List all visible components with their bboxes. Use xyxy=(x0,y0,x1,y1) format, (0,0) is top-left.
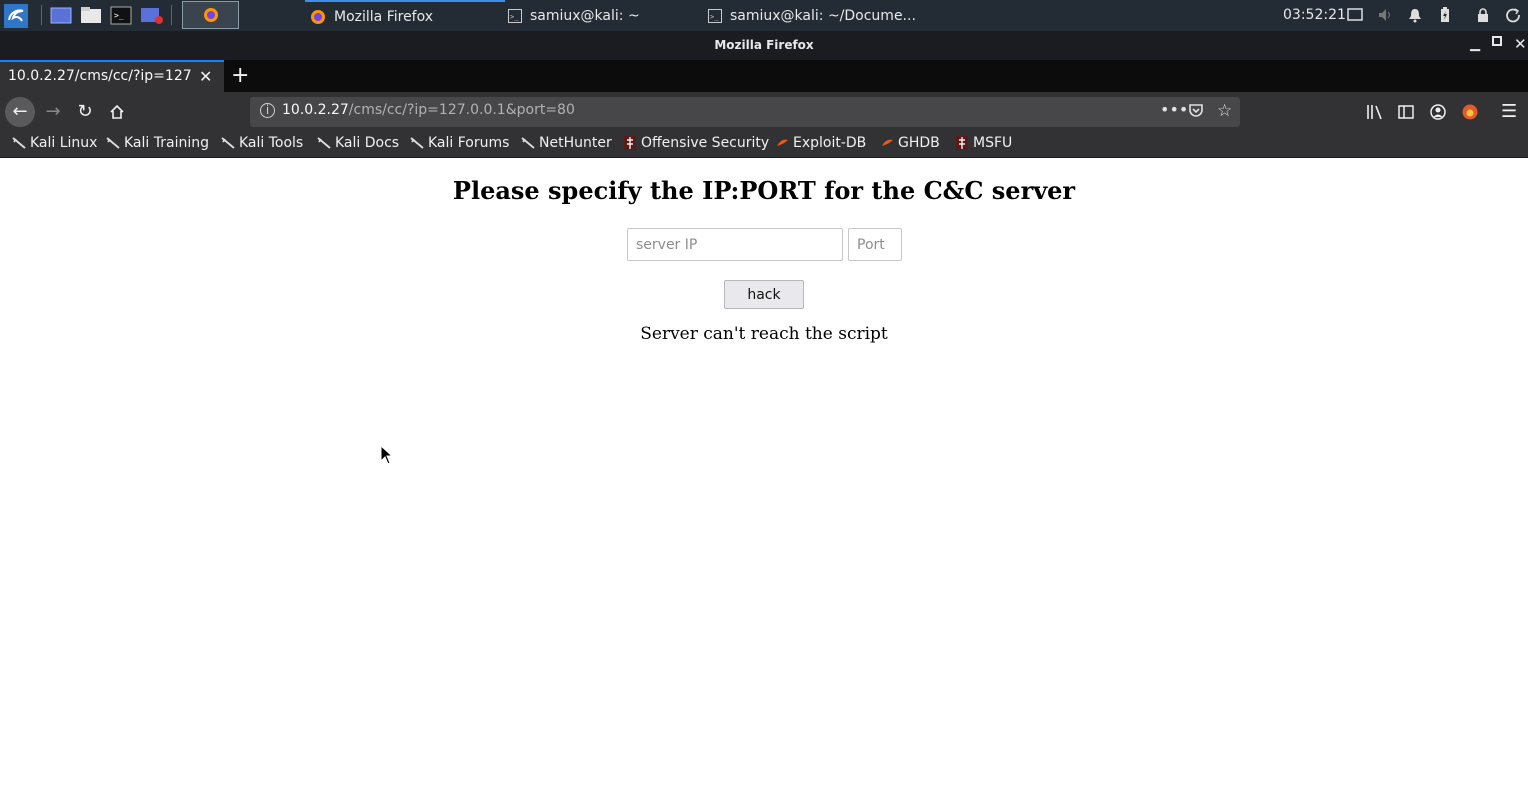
window-titlebar: Mozilla Firefox ▁ ✕ xyxy=(0,31,1528,60)
page-actions-icon[interactable]: ••• xyxy=(1160,100,1188,119)
bookmark-msfu[interactable]: MSFU xyxy=(955,135,1012,151)
url-bar[interactable]: i 10.0.2.27/cms/cc/?ip=127.0.0.1&port=80… xyxy=(250,97,1240,127)
bookmark-nethunter[interactable]: NetHunter xyxy=(521,135,612,151)
svg-text:>_: >_ xyxy=(510,13,519,21)
page-heading: Please specify the IP:PORT for the C&C s… xyxy=(452,176,1076,205)
volume-muted-icon[interactable] xyxy=(1377,7,1393,23)
display-icon[interactable] xyxy=(1347,7,1363,23)
offsec-icon xyxy=(624,136,636,150)
mouse-cursor-icon xyxy=(380,445,394,465)
server-port-input[interactable] xyxy=(848,228,902,261)
bookmark-kali-linux[interactable]: Kali Linux xyxy=(12,135,97,151)
terminal-icon: >_ xyxy=(508,8,522,23)
task-terminal-home[interactable]: >_ samiux@kali: ~ xyxy=(508,0,703,31)
kali-menu-icon[interactable] xyxy=(4,4,28,28)
terminal-icon: >_ xyxy=(708,8,722,23)
bookmark-offensive-security[interactable]: Offensive Security xyxy=(623,135,769,151)
kali-dragon-icon xyxy=(221,137,235,149)
hack-button[interactable]: hack xyxy=(724,280,804,309)
terminal-launcher-icon[interactable]: >_ xyxy=(110,6,132,25)
pocket-icon[interactable] xyxy=(1188,102,1204,122)
url-host: 10.0.2.27 xyxy=(282,102,349,118)
window-title: Mozilla Firefox xyxy=(714,38,814,52)
bookmark-label: Offensive Security xyxy=(641,135,770,151)
forward-icon[interactable]: → xyxy=(41,100,65,124)
account-icon[interactable] xyxy=(1430,104,1446,124)
kali-dragon-icon xyxy=(521,137,535,149)
minimize-icon[interactable]: ▁ xyxy=(1470,37,1480,52)
close-tab-icon[interactable]: ✕ xyxy=(199,67,212,86)
reload-icon[interactable]: ↻ xyxy=(73,100,97,124)
library-icon[interactable] xyxy=(1366,104,1383,124)
tab-strip: 10.0.2.27/cms/cc/?ip=127.0.0.1&port=80 ✕… xyxy=(0,60,1528,92)
bookmark-label: MSFU xyxy=(973,135,1013,151)
kali-dragon-icon xyxy=(12,137,26,149)
svg-text:>_: >_ xyxy=(710,13,719,21)
bookmark-label: Kali Docs xyxy=(335,135,400,151)
extension-foxyproxy-icon[interactable] xyxy=(1462,104,1478,124)
maximize-icon[interactable] xyxy=(1492,35,1502,50)
exploit-db-icon xyxy=(882,139,893,146)
bookmark-kali-forums[interactable]: Kali Forums xyxy=(410,135,509,151)
bookmark-exploit-db[interactable]: Exploit-DB xyxy=(775,135,866,151)
url-text[interactable]: 10.0.2.27/cms/cc/?ip=127.0.0.1&port=80 xyxy=(282,102,575,118)
close-window-icon[interactable]: ✕ xyxy=(1514,35,1527,53)
tab-current[interactable]: 10.0.2.27/cms/cc/?ip=127.0.0.1&port=80 ✕ xyxy=(0,60,224,92)
system-taskbar: >_ Mozilla Firefox >_ samiux@kali: ~ >_ … xyxy=(0,0,1528,31)
bookmark-star-icon[interactable]: ☆ xyxy=(1217,101,1232,121)
file-manager-icon[interactable] xyxy=(80,6,102,25)
bookmark-kali-docs[interactable]: Kali Docs xyxy=(317,135,399,151)
firefox-icon xyxy=(204,8,218,22)
firefox-taskbar-button[interactable] xyxy=(182,1,239,29)
offsec-icon xyxy=(956,136,968,150)
back-icon[interactable]: ← xyxy=(5,97,35,127)
bookmark-ghdb[interactable]: GHDB xyxy=(880,135,940,151)
task-firefox[interactable]: Mozilla Firefox xyxy=(305,0,505,31)
lock-screen-icon[interactable] xyxy=(1475,7,1491,23)
exploit-db-icon xyxy=(777,139,788,146)
bookmark-label: Kali Linux xyxy=(30,135,98,151)
bookmark-label: GHDB xyxy=(898,135,940,151)
bookmark-label: Kali Tools xyxy=(239,135,304,151)
navigation-toolbar: ← → ↻ i 10.0.2.27/cms/cc/?ip=127.0.0.1&p… xyxy=(0,92,1528,132)
kali-dragon-icon xyxy=(106,137,120,149)
url-path: /cms/cc/?ip=127.0.0.1&port=80 xyxy=(348,102,575,118)
notification-bell-icon[interactable] xyxy=(1407,7,1423,23)
bookmark-label: Kali Forums xyxy=(428,135,510,151)
clock[interactable]: 03:52:21 xyxy=(1283,7,1346,23)
screen-recorder-icon[interactable] xyxy=(140,6,164,25)
site-info-icon[interactable]: i xyxy=(260,103,275,118)
home-icon[interactable] xyxy=(105,100,129,124)
page-content: Please specify the IP:PORT for the C&C s… xyxy=(0,158,1528,792)
bookmark-label: NetHunter xyxy=(539,135,612,151)
task-label: samiux@kali: ~/Docume... xyxy=(730,7,916,24)
battery-icon[interactable] xyxy=(1437,7,1453,23)
workspace-icon[interactable] xyxy=(50,6,72,25)
status-message: Server can't reach the script xyxy=(640,324,888,344)
task-label: samiux@kali: ~ xyxy=(530,7,640,24)
kali-dragon-icon xyxy=(317,137,331,149)
firefox-icon xyxy=(311,9,325,24)
sidebar-icon[interactable] xyxy=(1398,104,1414,124)
server-ip-input[interactable] xyxy=(627,228,843,261)
bookmark-label: Exploit-DB xyxy=(793,135,867,151)
power-restart-icon[interactable] xyxy=(1505,7,1521,23)
svg-text:>_: >_ xyxy=(114,11,124,20)
bookmark-kali-tools[interactable]: Kali Tools xyxy=(221,135,303,151)
task-label: Mozilla Firefox xyxy=(334,8,434,25)
kali-dragon-icon xyxy=(410,137,424,149)
new-tab-icon[interactable]: + xyxy=(231,63,249,88)
hamburger-menu-icon[interactable]: ☰ xyxy=(1501,101,1517,122)
tab-title: 10.0.2.27/cms/cc/?ip=127.0.0.1&port=80 xyxy=(8,68,193,84)
bookmark-label: Kali Training xyxy=(124,135,209,151)
bookmarks-toolbar: Kali Linux Kali Training Kali Tools Kali… xyxy=(0,132,1528,158)
bookmark-kali-training[interactable]: Kali Training xyxy=(106,135,209,151)
task-terminal-documents[interactable]: >_ samiux@kali: ~/Docume... xyxy=(708,0,923,31)
